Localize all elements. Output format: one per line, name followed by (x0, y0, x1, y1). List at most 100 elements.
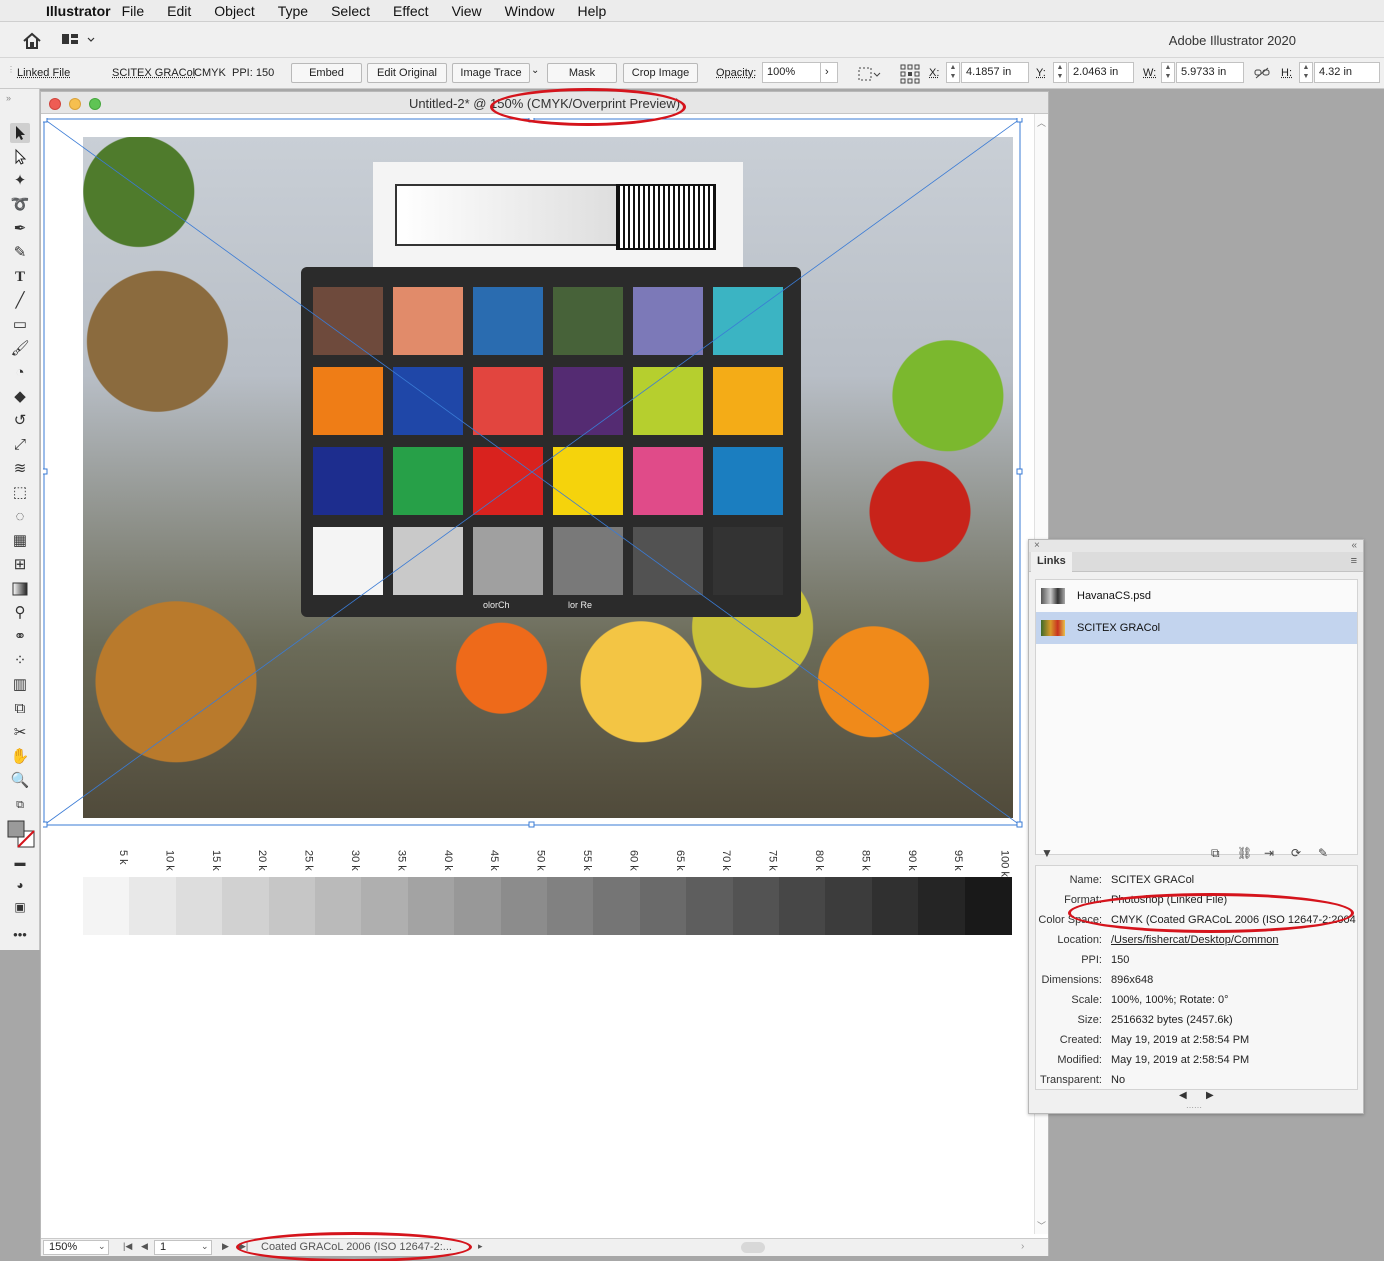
hscroll-right-icon[interactable]: › (1021, 1241, 1024, 1252)
horizontal-scroll-thumb[interactable] (741, 1242, 765, 1253)
go-to-link-icon[interactable]: ⇥ (1264, 846, 1274, 860)
arrange-documents-icon[interactable] (62, 33, 98, 47)
panel-menu-icon[interactable]: ≡ (1351, 555, 1357, 567)
warp-tool-icon[interactable]: ≋ (10, 459, 30, 479)
tab-links[interactable]: Links (1031, 552, 1072, 572)
color-mode-buttons-icon[interactable]: ▬ (10, 853, 30, 873)
update-link-icon[interactable]: ⟳ (1291, 846, 1301, 860)
blend-tool-icon[interactable]: ⚭ (10, 627, 30, 647)
next-link-icon[interactable]: ▶ (1206, 1090, 1214, 1101)
first-artboard-icon[interactable]: |◀ (123, 1241, 132, 1252)
x-stepper-icon[interactable]: ▲ ▼ (946, 62, 960, 83)
h-input[interactable]: 4.32 in (1314, 62, 1380, 83)
menu-edit[interactable]: Edit (156, 3, 203, 19)
eyedropper-tool-icon[interactable]: ⚲ (10, 603, 30, 623)
opacity-arrow-icon[interactable]: › (820, 62, 838, 83)
rotate-tool-icon[interactable]: ↺ (10, 411, 30, 431)
w-stepper-icon[interactable]: ▲ ▼ (1161, 62, 1175, 83)
show-link-info-icon[interactable]: ▼ (1041, 846, 1053, 860)
more-tools-icon[interactable]: ••• (10, 925, 30, 945)
control-bar-grip[interactable]: ⋮ (7, 65, 15, 74)
mesh-tool-icon[interactable]: ⊞ (10, 555, 30, 575)
opacity-label[interactable]: Opacity: (716, 67, 756, 79)
linked-file-link[interactable]: Linked File (17, 67, 70, 79)
collapse-panel-icon[interactable]: « (1351, 540, 1357, 551)
artboard-dropdown-icon[interactable]: ⌄ (201, 1241, 209, 1252)
info-value[interactable]: /Users/fishercat/Desktop/Common (1111, 934, 1279, 946)
h-stepper-icon[interactable]: ▲ ▼ (1299, 62, 1313, 83)
menu-select[interactable]: Select (320, 3, 382, 19)
symbol-sprayer-tool-icon[interactable]: ⁘ (10, 651, 30, 671)
previous-link-icon[interactable]: ◀ (1179, 1090, 1187, 1101)
free-transform-tool-icon[interactable]: ⬚ (10, 483, 30, 503)
fill-stroke-swatch-icon[interactable] (6, 819, 36, 849)
relink-cc-libraries-icon[interactable]: ⧉ (1211, 846, 1220, 861)
list-item[interactable]: SCITEX GRACol (1036, 612, 1357, 644)
app-menu[interactable]: Illustrator (40, 3, 111, 19)
scroll-up-icon[interactable]: ︿ (1037, 116, 1046, 129)
w-input[interactable]: 5.9733 in (1176, 62, 1244, 83)
edit-original-icon[interactable]: ✎ (1318, 846, 1328, 860)
align-icon[interactable] (858, 66, 882, 82)
mask-button[interactable]: Mask (547, 63, 617, 83)
perspective-grid-tool-icon[interactable]: ▦ (10, 531, 30, 551)
home-icon[interactable] (22, 32, 42, 50)
opacity-input[interactable]: 100% (762, 62, 822, 83)
image-trace-button[interactable]: Image Trace (452, 63, 530, 83)
next-artboard-icon[interactable]: ▶ (222, 1241, 229, 1252)
draw-mode-icon[interactable]: ◕ (10, 875, 30, 895)
x-input[interactable]: 4.1857 in (961, 62, 1029, 83)
image-trace-dropdown-icon[interactable]: ⌄ (531, 65, 539, 76)
selection-tool-icon[interactable] (10, 123, 30, 143)
artboard-tool-icon[interactable]: ⧉ (10, 699, 30, 719)
link-name: HavanaCS.psd (1077, 590, 1151, 602)
tools-panel-grip[interactable]: » (6, 93, 11, 103)
default-fill-stroke-icon[interactable]: ⧉ (10, 795, 30, 815)
y-stepper-icon[interactable]: ▲ ▼ (1053, 62, 1067, 83)
menu-view[interactable]: View (441, 3, 494, 19)
selection-bounding-box[interactable] (43, 118, 1023, 828)
type-tool-icon[interactable]: T (10, 267, 30, 287)
embed-button[interactable]: Embed (291, 63, 362, 83)
scale-tool-icon[interactable]: ⤢ (10, 435, 30, 455)
zoom-tool-icon[interactable]: 🔍 (10, 771, 30, 791)
menu-help[interactable]: Help (566, 3, 618, 19)
status-menu-icon[interactable]: ▸ (478, 1241, 483, 1252)
edit-original-button[interactable]: Edit Original (367, 63, 447, 83)
screen-mode-icon[interactable]: ▣ (10, 897, 30, 917)
eraser-tool-icon[interactable]: ◆ (10, 387, 30, 407)
hand-tool-icon[interactable]: ✋ (10, 747, 30, 767)
line-tool-icon[interactable]: ╱ (10, 291, 30, 311)
menu-type[interactable]: Type (267, 3, 320, 19)
menu-object[interactable]: Object (203, 3, 266, 19)
reference-point-icon[interactable] (900, 64, 920, 84)
direct-selection-tool-icon[interactable] (10, 147, 30, 167)
close-panel-icon[interactable]: × (1034, 540, 1040, 551)
previous-artboard-icon[interactable]: ◀ (141, 1241, 148, 1252)
y-input[interactable]: 2.0463 in (1068, 62, 1134, 83)
menu-file[interactable]: File (111, 3, 157, 19)
menu-effect[interactable]: Effect (382, 3, 441, 19)
pen-tool-icon[interactable]: ✒ (10, 219, 30, 239)
relink-icon[interactable]: ⛓ (1237, 846, 1252, 860)
constrain-proportions-icon[interactable] (1254, 67, 1270, 79)
lasso-tool-icon[interactable]: ➰ (10, 195, 30, 215)
crop-image-button[interactable]: Crop Image (623, 63, 698, 83)
slice-tool-icon[interactable]: ✂ (10, 723, 30, 743)
panel-resize-grip[interactable]: ⋯⋯ (1186, 1103, 1202, 1112)
paintbrush-tool-icon[interactable]: 🖌 (10, 339, 30, 359)
status-profile-text[interactable]: Coated GRACoL 2006 (ISO 12647-2:... (261, 1241, 452, 1253)
list-item[interactable]: HavanaCS.psd (1036, 580, 1357, 612)
scroll-down-icon[interactable]: ﹀ (1037, 1219, 1046, 1232)
last-artboard-icon[interactable]: ▶| (239, 1241, 248, 1252)
menu-window[interactable]: Window (494, 3, 567, 19)
curvature-tool-icon[interactable]: ✎ (10, 243, 30, 263)
gradient-tool-icon[interactable] (10, 579, 30, 599)
shape-builder-tool-icon[interactable]: ◌ (10, 507, 30, 527)
rectangle-tool-icon[interactable]: ▭ (10, 315, 30, 335)
file-name-link[interactable]: SCITEX GRACol (112, 67, 195, 79)
shaper-tool-icon[interactable]: ◔ (10, 363, 30, 383)
zoom-dropdown-icon[interactable]: ⌄ (98, 1241, 106, 1252)
magic-wand-tool-icon[interactable]: ✦ (10, 171, 30, 191)
column-graph-tool-icon[interactable]: ▥ (10, 675, 30, 695)
